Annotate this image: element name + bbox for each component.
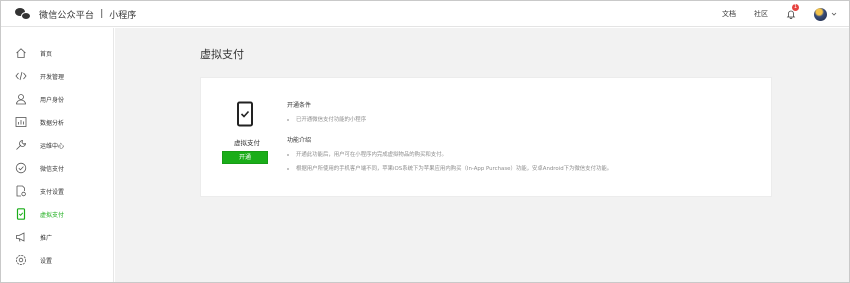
sidebar-item-data-analysis[interactable]: 数据分析 — [1, 111, 113, 133]
sidebar-item-label: 运维中心 — [40, 142, 65, 150]
avatar[interactable] — [814, 7, 827, 21]
megaphone-icon — [15, 231, 27, 243]
notification-badge: 1 — [792, 4, 799, 11]
page-title: 虚拟支付 — [200, 48, 244, 61]
home-icon — [15, 47, 27, 59]
main-content: 虚拟支付 虚拟支付 开通 开通条件 已开通微信支付功能的小程序 功能介绍 开通此… — [115, 28, 849, 282]
sidebar-item-settings[interactable]: 设置 — [1, 249, 113, 271]
intro-item: 开通此功能后，用户可在小程序内完成虚拟物品的购买和支付。 — [287, 150, 447, 158]
product-card: 虚拟支付 开通 开通条件 已开通微信支付功能的小程序 功能介绍 开通此功能后，用… — [200, 77, 772, 197]
sidebar-item-promotion[interactable]: 推广 — [1, 226, 113, 248]
docs-link[interactable]: 文档 — [722, 9, 736, 19]
sidebar-item-payment-settings[interactable]: 支付设置 — [1, 180, 113, 202]
code-icon — [15, 70, 27, 82]
brand[interactable]: 微信公众平台 | 小程序 — [15, 5, 136, 23]
chevron-down-icon[interactable] — [831, 11, 837, 17]
brand-separator: | — [100, 9, 104, 19]
enable-button[interactable]: 开通 — [222, 151, 268, 164]
user-icon — [15, 93, 27, 105]
sidebar-item-virtual-pay[interactable]: 虚拟支付 — [1, 203, 113, 225]
product-name: 小程序 — [109, 10, 137, 21]
wrench-icon — [15, 139, 27, 151]
sidebar-item-label: 推广 — [40, 234, 53, 242]
sidebar-item-label: 数据分析 — [40, 119, 65, 127]
gauge-icon — [15, 162, 27, 174]
chart-icon — [15, 116, 27, 128]
platform-name: 微信公众平台 — [39, 10, 95, 21]
intro-item: 根据用户所使用的手机客户端不同，苹果iOS系统下为苹果应用内购买（In-App … — [287, 164, 612, 172]
sidebar-item-label: 用户身份 — [40, 96, 65, 104]
sidebar-item-home[interactable]: 首页 — [1, 42, 113, 64]
top-right-actions: 文档 社区 1 — [704, 1, 837, 27]
sidebar-item-user-identity[interactable]: 用户身份 — [1, 88, 113, 110]
intro-title: 功能介绍 — [287, 137, 312, 144]
sidebar-item-ops-center[interactable]: 运维中心 — [1, 134, 113, 156]
phone-check-icon — [15, 208, 27, 220]
product-name: 虚拟支付 — [234, 139, 260, 147]
sidebar: 首页 开发管理 用户身份 数据分析 运维中心 微信支付 支付设置 虚拟支付 推广… — [1, 28, 114, 282]
notification-bell-icon[interactable]: 1 — [786, 4, 799, 19]
document-settings-icon — [15, 185, 27, 197]
top-bar: 微信公众平台 | 小程序 文档 社区 1 — [1, 1, 849, 27]
settings-icon — [15, 254, 27, 266]
community-link[interactable]: 社区 — [754, 9, 768, 19]
sidebar-item-label: 首页 — [40, 50, 53, 58]
condition-item: 已开通微信支付功能的小程序 — [287, 115, 366, 123]
conditions-title: 开通条件 — [287, 102, 312, 109]
wechat-logo-icon — [15, 7, 31, 21]
sidebar-item-label: 支付设置 — [40, 188, 65, 196]
sidebar-item-label: 开发管理 — [40, 73, 65, 81]
phone-check-icon — [234, 101, 256, 127]
sidebar-item-wechat-pay[interactable]: 微信支付 — [1, 157, 113, 179]
sidebar-item-dev-management[interactable]: 开发管理 — [1, 65, 113, 87]
sidebar-item-label: 虚拟支付 — [40, 211, 65, 219]
sidebar-item-label: 设置 — [40, 257, 53, 265]
sidebar-item-label: 微信支付 — [40, 165, 65, 173]
